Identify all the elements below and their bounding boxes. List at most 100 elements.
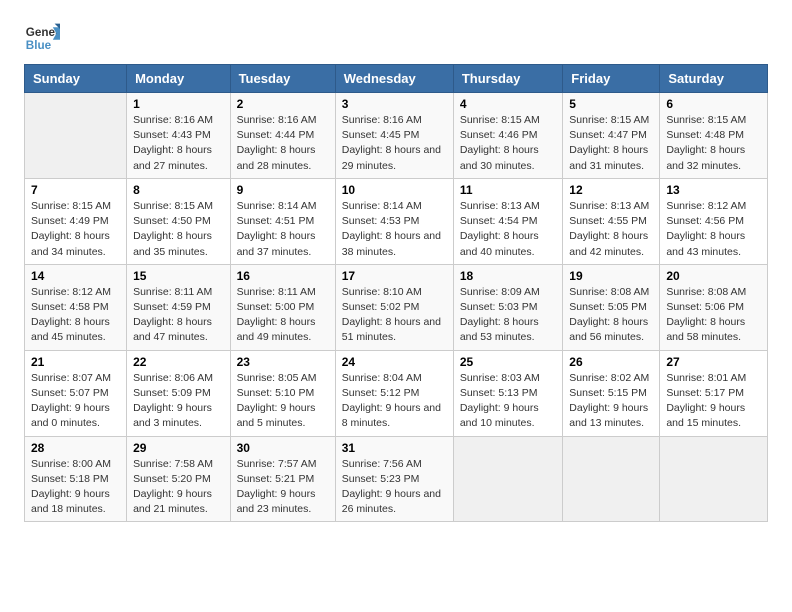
- header-cell-wednesday: Wednesday: [335, 65, 453, 93]
- day-info: Sunrise: 8:07 AMSunset: 5:07 PMDaylight:…: [31, 371, 120, 432]
- day-info: Sunrise: 7:57 AMSunset: 5:21 PMDaylight:…: [237, 457, 329, 518]
- day-cell: 24 Sunrise: 8:04 AMSunset: 5:12 PMDayligh…: [335, 350, 453, 436]
- day-cell: 25Sunrise: 8:03 AMSunset: 5:13 PMDayligh…: [453, 350, 562, 436]
- day-info: Sunrise: 8:14 AMSunset: 4:51 PMDaylight:…: [237, 199, 329, 260]
- calendar-header: SundayMondayTuesdayWednesdayThursdayFrid…: [25, 65, 768, 93]
- day-info: Sunrise: 8:04 AMSunset: 5:12 PMDaylight:…: [342, 371, 447, 432]
- day-number: 7: [31, 183, 120, 197]
- header-row: SundayMondayTuesdayWednesdayThursdayFrid…: [25, 65, 768, 93]
- day-info: Sunrise: 7:58 AMSunset: 5:20 PMDaylight:…: [133, 457, 223, 518]
- day-number: 14: [31, 269, 120, 283]
- day-number: 28: [31, 441, 120, 455]
- day-info: Sunrise: 8:15 AMSunset: 4:47 PMDaylight:…: [569, 113, 653, 174]
- day-cell: 19 Sunrise: 8:08 AMSunset: 5:05 PMDayligh…: [563, 264, 660, 350]
- day-number: 10: [342, 183, 447, 197]
- header-cell-tuesday: Tuesday: [230, 65, 335, 93]
- day-number: 15: [133, 269, 223, 283]
- day-cell: 14 Sunrise: 8:12 AMSunset: 4:58 PMDayligh…: [25, 264, 127, 350]
- day-cell: 18 Sunrise: 8:09 AMSunset: 5:03 PMDayligh…: [453, 264, 562, 350]
- day-cell: 27 Sunrise: 8:01 AMSunset: 5:17 PMDayligh…: [660, 350, 768, 436]
- day-number: 8: [133, 183, 223, 197]
- day-number: 5: [569, 97, 653, 111]
- week-row-3: 14 Sunrise: 8:12 AMSunset: 4:58 PMDayligh…: [25, 264, 768, 350]
- day-number: 18: [460, 269, 556, 283]
- day-number: 19: [569, 269, 653, 283]
- day-number: 9: [237, 183, 329, 197]
- day-cell: [25, 93, 127, 179]
- day-number: 1: [133, 97, 223, 111]
- day-cell: 13 Sunrise: 8:12 AMSunset: 4:56 PMDayligh…: [660, 178, 768, 264]
- day-number: 31: [342, 441, 447, 455]
- day-cell: 11 Sunrise: 8:13 AMSunset: 4:54 PMDayligh…: [453, 178, 562, 264]
- day-cell: 8Sunrise: 8:15 AMSunset: 4:50 PMDaylight…: [127, 178, 230, 264]
- day-number: 24: [342, 355, 447, 369]
- day-cell: [660, 436, 768, 522]
- day-info: Sunrise: 8:06 AMSunset: 5:09 PMDaylight:…: [133, 371, 223, 432]
- day-number: 2: [237, 97, 329, 111]
- day-cell: 20 Sunrise: 8:08 AMSunset: 5:06 PMDayligh…: [660, 264, 768, 350]
- day-info: Sunrise: 8:13 AMSunset: 4:54 PMDaylight:…: [460, 199, 556, 260]
- day-info: Sunrise: 8:16 AMSunset: 4:45 PMDaylight:…: [342, 113, 447, 174]
- day-number: 11: [460, 183, 556, 197]
- day-number: 26: [569, 355, 653, 369]
- day-info: Sunrise: 8:14 AMSunset: 4:53 PMDaylight:…: [342, 199, 447, 260]
- day-info: Sunrise: 8:01 AMSunset: 5:17 PMDaylight:…: [666, 371, 761, 432]
- day-cell: 17Sunrise: 8:10 AMSunset: 5:02 PMDayligh…: [335, 264, 453, 350]
- day-cell: [563, 436, 660, 522]
- day-info: Sunrise: 8:10 AMSunset: 5:02 PMDaylight:…: [342, 285, 447, 346]
- header-cell-sunday: Sunday: [25, 65, 127, 93]
- header: General Blue: [24, 20, 768, 56]
- day-info: Sunrise: 8:12 AMSunset: 4:56 PMDaylight:…: [666, 199, 761, 260]
- day-cell: 26 Sunrise: 8:02 AMSunset: 5:15 PMDayligh…: [563, 350, 660, 436]
- day-cell: 9 Sunrise: 8:14 AMSunset: 4:51 PMDaylight…: [230, 178, 335, 264]
- day-info: Sunrise: 8:15 AMSunset: 4:49 PMDaylight:…: [31, 199, 120, 260]
- day-number: 20: [666, 269, 761, 283]
- day-number: 21: [31, 355, 120, 369]
- header-cell-saturday: Saturday: [660, 65, 768, 93]
- week-row-4: 21 Sunrise: 8:07 AMSunset: 5:07 PMDayligh…: [25, 350, 768, 436]
- day-info: Sunrise: 7:56 AMSunset: 5:23 PMDaylight:…: [342, 457, 447, 518]
- day-info: Sunrise: 8:08 AMSunset: 5:05 PMDaylight:…: [569, 285, 653, 346]
- week-row-1: 1Sunrise: 8:16 AMSunset: 4:43 PMDaylight…: [25, 93, 768, 179]
- calendar-body: 1Sunrise: 8:16 AMSunset: 4:43 PMDaylight…: [25, 93, 768, 522]
- day-number: 23: [237, 355, 329, 369]
- day-info: Sunrise: 8:15 AMSunset: 4:48 PMDaylight:…: [666, 113, 761, 174]
- day-number: 4: [460, 97, 556, 111]
- day-cell: 4 Sunrise: 8:15 AMSunset: 4:46 PMDaylight…: [453, 93, 562, 179]
- day-info: Sunrise: 8:11 AMSunset: 5:00 PMDaylight:…: [237, 285, 329, 346]
- calendar-table: SundayMondayTuesdayWednesdayThursdayFrid…: [24, 64, 768, 522]
- logo: General Blue: [24, 20, 60, 56]
- day-cell: 10 Sunrise: 8:14 AMSunset: 4:53 PMDayligh…: [335, 178, 453, 264]
- day-cell: 6 Sunrise: 8:15 AMSunset: 4:48 PMDaylight…: [660, 93, 768, 179]
- logo-icon: General Blue: [24, 20, 60, 56]
- day-cell: 30 Sunrise: 7:57 AMSunset: 5:21 PMDayligh…: [230, 436, 335, 522]
- day-cell: [453, 436, 562, 522]
- day-cell: 31 Sunrise: 7:56 AMSunset: 5:23 PMDayligh…: [335, 436, 453, 522]
- day-cell: 7 Sunrise: 8:15 AMSunset: 4:49 PMDaylight…: [25, 178, 127, 264]
- day-info: Sunrise: 8:12 AMSunset: 4:58 PMDaylight:…: [31, 285, 120, 346]
- header-cell-friday: Friday: [563, 65, 660, 93]
- day-cell: 3 Sunrise: 8:16 AMSunset: 4:45 PMDaylight…: [335, 93, 453, 179]
- day-info: Sunrise: 8:02 AMSunset: 5:15 PMDaylight:…: [569, 371, 653, 432]
- day-info: Sunrise: 8:16 AMSunset: 4:44 PMDaylight:…: [237, 113, 329, 174]
- day-info: Sunrise: 8:15 AMSunset: 4:46 PMDaylight:…: [460, 113, 556, 174]
- day-number: 29: [133, 441, 223, 455]
- day-number: 6: [666, 97, 761, 111]
- day-cell: 5 Sunrise: 8:15 AMSunset: 4:47 PMDaylight…: [563, 93, 660, 179]
- week-row-2: 7 Sunrise: 8:15 AMSunset: 4:49 PMDaylight…: [25, 178, 768, 264]
- day-number: 30: [237, 441, 329, 455]
- day-number: 12: [569, 183, 653, 197]
- day-cell: 12Sunrise: 8:13 AMSunset: 4:55 PMDayligh…: [563, 178, 660, 264]
- day-info: Sunrise: 8:09 AMSunset: 5:03 PMDaylight:…: [460, 285, 556, 346]
- svg-text:Blue: Blue: [26, 39, 52, 52]
- day-info: Sunrise: 8:08 AMSunset: 5:06 PMDaylight:…: [666, 285, 761, 346]
- day-number: 25: [460, 355, 556, 369]
- day-cell: 15Sunrise: 8:11 AMSunset: 4:59 PMDayligh…: [127, 264, 230, 350]
- day-number: 27: [666, 355, 761, 369]
- day-number: 13: [666, 183, 761, 197]
- header-cell-thursday: Thursday: [453, 65, 562, 93]
- day-cell: 1Sunrise: 8:16 AMSunset: 4:43 PMDaylight…: [127, 93, 230, 179]
- day-cell: 29 Sunrise: 7:58 AMSunset: 5:20 PMDayligh…: [127, 436, 230, 522]
- day-number: 3: [342, 97, 447, 111]
- day-cell: 2 Sunrise: 8:16 AMSunset: 4:44 PMDaylight…: [230, 93, 335, 179]
